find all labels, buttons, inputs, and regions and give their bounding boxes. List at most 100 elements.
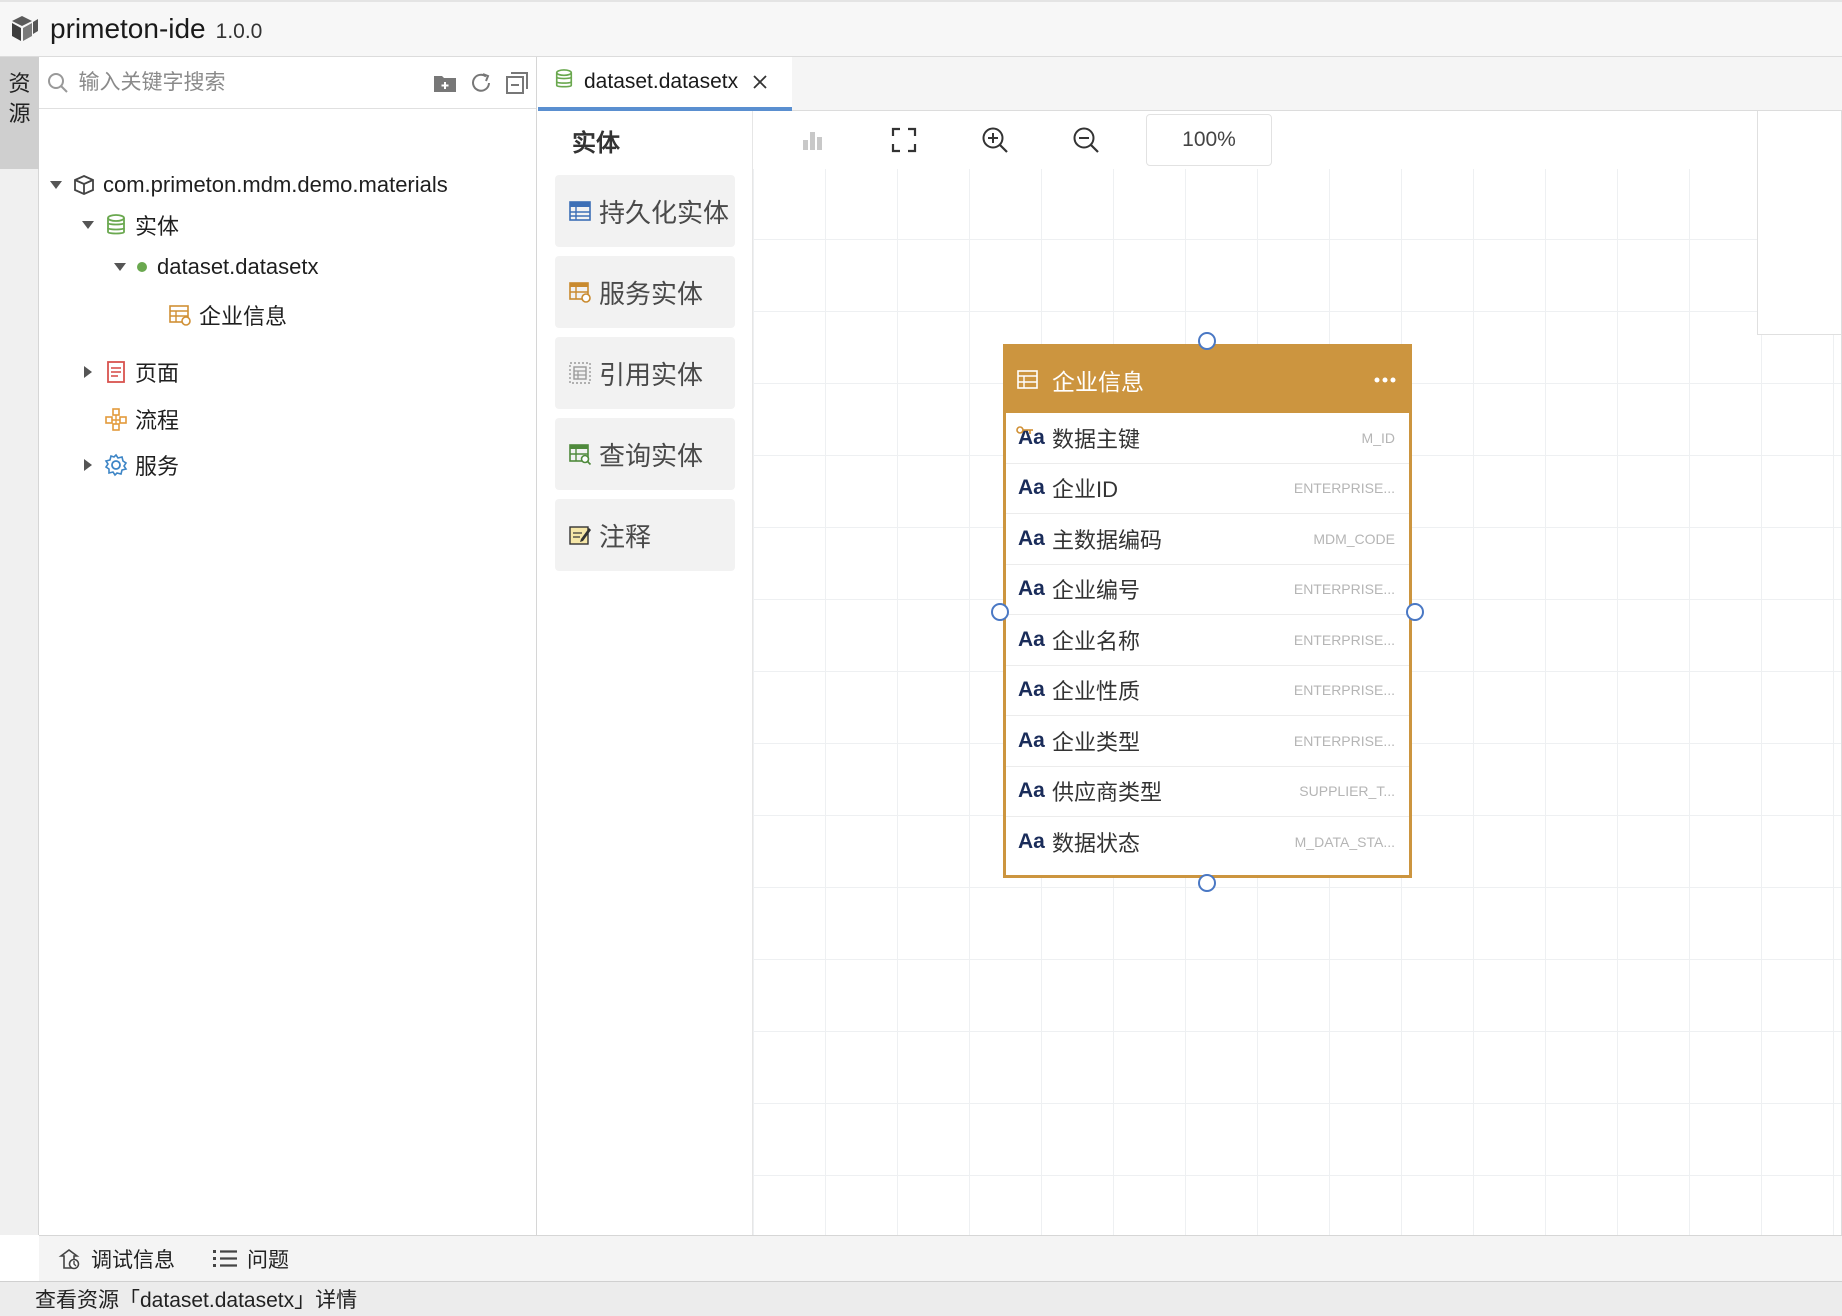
tab-label: dataset.datasetx bbox=[584, 70, 739, 93]
palette-item-label: 引用实体 bbox=[599, 359, 704, 390]
new-folder-icon[interactable] bbox=[432, 70, 458, 96]
field-name: 企业编号 bbox=[1052, 578, 1141, 604]
title-bar: primeton-ide 1.0.0 bbox=[0, 0, 1842, 57]
expanded-arrow-icon[interactable] bbox=[79, 216, 97, 234]
collapsed-arrow-icon[interactable] bbox=[79, 456, 97, 474]
minimap[interactable] bbox=[1757, 111, 1842, 335]
expanded-arrow-icon[interactable] bbox=[111, 258, 129, 276]
field-name: 企业名称 bbox=[1052, 628, 1141, 654]
palette-item-label: 持久化实体 bbox=[599, 197, 730, 228]
close-icon[interactable] bbox=[750, 72, 770, 92]
service-entity-icon bbox=[567, 279, 593, 305]
string-type-icon: Aa bbox=[1018, 627, 1045, 651]
tree-item-label: 企业信息 bbox=[199, 304, 288, 329]
string-type-icon: Aa bbox=[1018, 526, 1045, 550]
connection-port-bottom[interactable] bbox=[1198, 874, 1216, 892]
service-entity-icon bbox=[167, 302, 193, 328]
entity-field-row[interactable]: Aa 供应商类型 SUPPLIER_T... bbox=[1006, 767, 1409, 817]
palette-item-label: 服务实体 bbox=[599, 278, 704, 309]
field-name: 主数据编码 bbox=[1052, 527, 1163, 553]
resource-panel: com.primeton.mdm.demo.materials 实体 datas… bbox=[39, 57, 537, 1235]
tab-label: 调试信息 bbox=[91, 1248, 175, 1272]
field-code: SUPPLIER_T... bbox=[1299, 783, 1395, 800]
tree-item-flow-folder[interactable]: 流程 bbox=[103, 399, 179, 439]
status-text: 查看资源「dataset.datasetx」详情 bbox=[35, 1289, 358, 1312]
connection-port-top[interactable] bbox=[1198, 332, 1216, 350]
expanded-arrow-icon[interactable] bbox=[47, 176, 65, 194]
editor-tab-bar: dataset.datasetx bbox=[538, 57, 1842, 111]
string-type-icon: Aa bbox=[1018, 779, 1045, 803]
entity-field-row[interactable]: Aa 企业性质 ENTERPRISE... bbox=[1006, 666, 1409, 716]
palette-item-annotation[interactable]: 注释 bbox=[555, 499, 735, 571]
tree-item-page-folder[interactable]: 页面 bbox=[79, 352, 179, 392]
connection-port-left[interactable] bbox=[991, 603, 1009, 621]
field-code: ENTERPRISE... bbox=[1293, 682, 1395, 699]
primary-key-icon bbox=[1016, 417, 1034, 441]
database-icon bbox=[103, 212, 129, 238]
field-name: 数据状态 bbox=[1052, 831, 1141, 857]
string-type-icon: Aa bbox=[1018, 728, 1045, 752]
fullscreen-icon[interactable] bbox=[886, 122, 922, 158]
tab-label: 问题 bbox=[247, 1248, 289, 1272]
palette-item-label: 查询实体 bbox=[599, 440, 704, 471]
field-code: M_ID bbox=[1361, 429, 1395, 446]
entity-field-row[interactable]: Aa 数据主键 M_ID bbox=[1006, 413, 1409, 464]
tab-dataset[interactable]: dataset.datasetx bbox=[538, 57, 792, 111]
side-tab-char: 源 bbox=[8, 101, 31, 126]
entity-palette: 实体 持久化实体 服务实体 引用实体 查询实体 注释 bbox=[538, 111, 753, 1235]
palette-item-reference-entity[interactable]: 引用实体 bbox=[555, 337, 735, 409]
entity-field-row[interactable]: Aa 数据状态 M_DATA_STA... bbox=[1006, 817, 1409, 868]
field-code: ENTERPRISE... bbox=[1293, 732, 1395, 749]
bar-chart-icon[interactable] bbox=[795, 122, 831, 158]
field-code: ENTERPRISE... bbox=[1293, 581, 1395, 598]
canvas-toolbar: 100% bbox=[753, 111, 1842, 169]
tree-item-dataset[interactable]: dataset.datasetx bbox=[111, 251, 318, 283]
entity-field-row[interactable]: Aa 主数据编码 MDM_CODE bbox=[1006, 514, 1409, 565]
tab-problems[interactable]: 问题 bbox=[211, 1244, 289, 1274]
connection-port-right[interactable] bbox=[1406, 603, 1424, 621]
tree-item-entity-folder[interactable]: 实体 bbox=[79, 205, 179, 245]
zoom-level[interactable]: 100% bbox=[1146, 114, 1272, 166]
flow-icon bbox=[103, 406, 129, 432]
entity-table-icon bbox=[1016, 368, 1040, 392]
string-type-icon: Aa bbox=[1016, 426, 1048, 450]
entity-field-row[interactable]: Aa 企业类型 ENTERPRISE... bbox=[1006, 716, 1409, 767]
field-name: 企业ID bbox=[1052, 477, 1119, 503]
side-tab-char: 资 bbox=[8, 71, 31, 96]
tree-item-service-folder[interactable]: 服务 bbox=[79, 445, 179, 485]
entity-node[interactable]: 企业信息 Aa 数据主键 M_ID Aa 企业ID ENTERPRISE... … bbox=[1003, 344, 1412, 878]
package-icon bbox=[71, 172, 97, 198]
zoom-in-icon[interactable] bbox=[977, 122, 1013, 158]
field-name: 数据主键 bbox=[1052, 426, 1141, 452]
string-type-icon: Aa bbox=[1018, 678, 1045, 702]
side-tab-resources[interactable]: 资 源 bbox=[0, 57, 39, 169]
resource-search-input[interactable] bbox=[78, 70, 432, 95]
bottom-panel: 调试信息 问题 bbox=[39, 1235, 1842, 1281]
tree-item-label: com.primeton.mdm.demo.materials bbox=[103, 172, 448, 197]
field-name: 企业类型 bbox=[1052, 729, 1141, 755]
entity-field-row[interactable]: Aa 企业ID ENTERPRISE... bbox=[1006, 464, 1409, 514]
refresh-icon[interactable] bbox=[468, 70, 494, 96]
tree-item-root[interactable]: com.primeton.mdm.demo.materials bbox=[47, 165, 448, 205]
app-version: 1.0.0 bbox=[215, 20, 263, 43]
palette-item-query-entity[interactable]: 查询实体 bbox=[555, 418, 735, 490]
primeton-logo-icon bbox=[8, 13, 40, 45]
palette-item-persistent-entity[interactable]: 持久化实体 bbox=[555, 175, 735, 247]
more-options-icon[interactable] bbox=[1373, 368, 1397, 392]
collapsed-arrow-icon[interactable] bbox=[79, 363, 97, 381]
entity-field-row[interactable]: Aa 企业名称 ENTERPRISE... bbox=[1006, 615, 1409, 666]
page-icon bbox=[103, 359, 129, 385]
collapse-all-icon[interactable] bbox=[504, 70, 530, 96]
field-code: MDM_CODE bbox=[1313, 530, 1395, 547]
database-icon bbox=[554, 68, 574, 96]
tree-item-entity[interactable]: 企业信息 bbox=[167, 295, 287, 335]
tab-debug-info[interactable]: 调试信息 bbox=[55, 1244, 175, 1274]
palette-item-service-entity[interactable]: 服务实体 bbox=[555, 256, 735, 328]
diagram-canvas[interactable]: 100% 企业信息 Aa 数据主键 M_ID Aa 企业ID ENTERPRIS… bbox=[753, 111, 1842, 1235]
ide-window: primeton-ide 1.0.0 资 源 输入关键字搜索 com.prime… bbox=[0, 0, 1842, 1316]
entity-field-row[interactable]: Aa 企业编号 ENTERPRISE... bbox=[1006, 565, 1409, 615]
entity-header[interactable]: 企业信息 bbox=[1006, 347, 1409, 413]
entity-title: 企业信息 bbox=[1052, 369, 1144, 395]
debug-icon bbox=[55, 1245, 83, 1273]
zoom-out-icon[interactable] bbox=[1068, 122, 1104, 158]
